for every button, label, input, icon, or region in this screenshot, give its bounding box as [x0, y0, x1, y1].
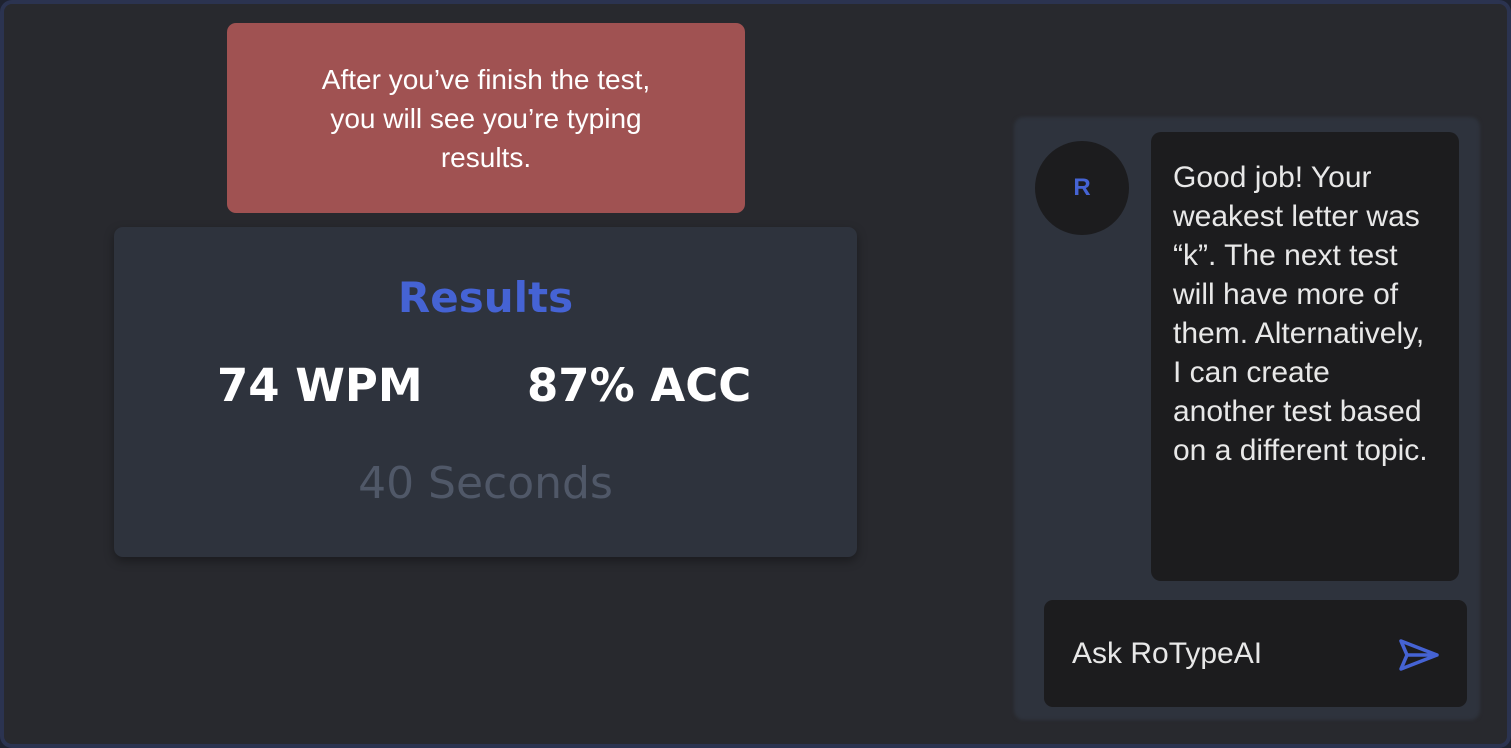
- results-title: Results: [397, 273, 574, 322]
- send-button[interactable]: [1396, 636, 1442, 674]
- wpm-stat: 74 WPM: [217, 359, 423, 412]
- test-duration: 40 Seconds: [358, 458, 613, 509]
- assistant-avatar: R: [1035, 141, 1129, 235]
- onboarding-tooltip: After you’ve finish the test, you will s…: [227, 23, 745, 213]
- ask-ai-input[interactable]: [1072, 631, 1392, 677]
- app-window: After you’ve finish the test, you will s…: [0, 0, 1511, 748]
- tooltip-text: After you’ve finish the test, you will s…: [321, 63, 651, 173]
- assistant-message-bubble: Good job! Your weakest letter was “k”. T…: [1151, 132, 1459, 581]
- avatar-initial: R: [1073, 174, 1091, 201]
- assistant-message-text: Good job! Your weakest letter was “k”. T…: [1173, 161, 1428, 467]
- send-icon: [1399, 639, 1439, 671]
- accuracy-stat: 87% ACC: [527, 359, 752, 412]
- chat-input-box[interactable]: [1044, 600, 1467, 707]
